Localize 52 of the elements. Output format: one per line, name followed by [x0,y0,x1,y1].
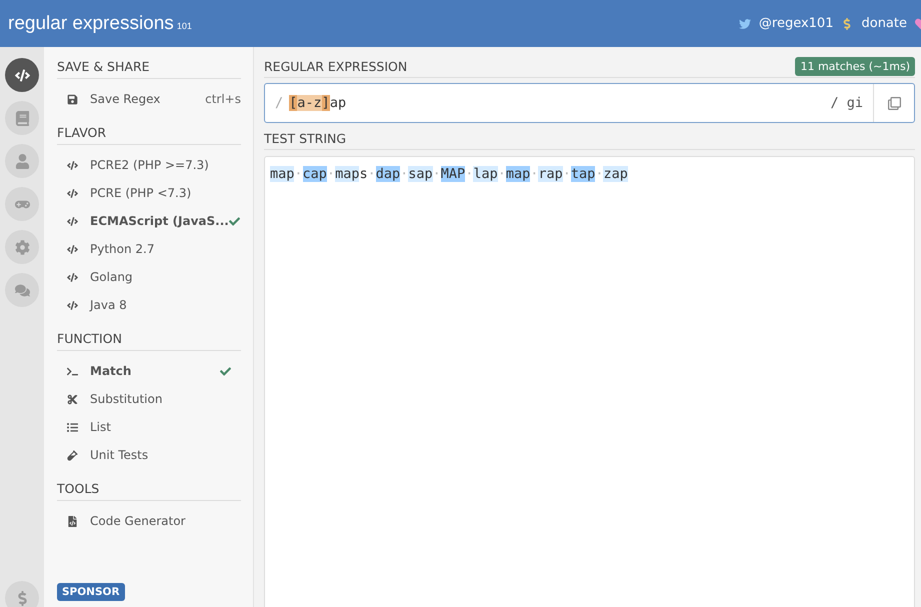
code-icon [67,272,78,282]
regex-text: [a-z]ap [289,95,348,111]
header-link[interactable]: donate [861,16,907,31]
terminal-icon [67,366,78,376]
sidebar-item[interactable]: ECMAScript (JavaS... [57,207,241,235]
section-title: SAVE & SHARE [57,57,241,79]
save-icon [67,94,78,104]
sidebar-item[interactable]: Save Regex ctrl+s [57,85,241,113]
section-title: REGULAR EXPRESSION [264,59,408,74]
section-title: TOOLS [57,479,241,501]
test-icon [67,450,78,460]
sidebar-item[interactable]: Golang [57,263,241,291]
sidebar-item[interactable]: Match [57,357,241,385]
code-icon[interactable] [5,58,39,92]
delimiter: / [274,95,284,111]
check-icon [228,216,240,226]
dollar-icon[interactable] [841,18,854,30]
code-icon [67,300,78,310]
section-title: FUNCTION [57,329,241,351]
sidebar-item[interactable]: Java 8 [57,291,241,319]
sidebar-item[interactable]: Substitution [57,385,241,413]
match-count-badge: 11 matches (~1ms) [795,57,915,76]
chat-icon[interactable] [5,273,39,307]
logo[interactable]: regular expressions 101 [8,12,192,34]
sidebar-item[interactable]: PCRE2 (PHP >=7.3) [57,151,241,179]
check-icon [220,366,231,376]
regex-flags[interactable]: / gi [830,95,873,111]
section-title: FLAVOR [57,123,241,145]
dollar-icon[interactable] [5,581,39,607]
sidebar-item[interactable]: PCRE (PHP <7.3) [57,179,241,207]
code-icon [67,216,78,226]
code-icon [67,244,78,254]
test-string-field[interactable]: map·cap·maps·dap·sap·MAP·lap·map·rap·tap·zap [264,156,915,607]
game-icon[interactable] [5,187,39,221]
regex-field[interactable]: / [a-z]ap / gi [264,83,915,123]
header-link[interactable]: @regex101 [758,16,834,31]
sponsor-badge: SPONSOR [57,583,125,601]
sidebar-item[interactable]: Code Generator [57,507,241,535]
sidebar-item[interactable]: List [57,413,241,441]
shortcut: ctrl+s [205,92,241,106]
code-icon [67,188,78,198]
twitter-icon[interactable] [738,18,751,30]
sidebar-item[interactable]: Unit Tests [57,441,241,469]
scissors-icon [67,394,78,404]
library-icon[interactable] [5,101,39,135]
user-icon[interactable] [5,144,39,178]
sidebar-item[interactable]: Python 2.7 [57,235,241,263]
code-icon [67,160,78,170]
section-title: TEST STRING [264,131,346,146]
list-icon [67,422,78,432]
gear-icon[interactable] [5,230,39,264]
file-icon [67,516,78,526]
